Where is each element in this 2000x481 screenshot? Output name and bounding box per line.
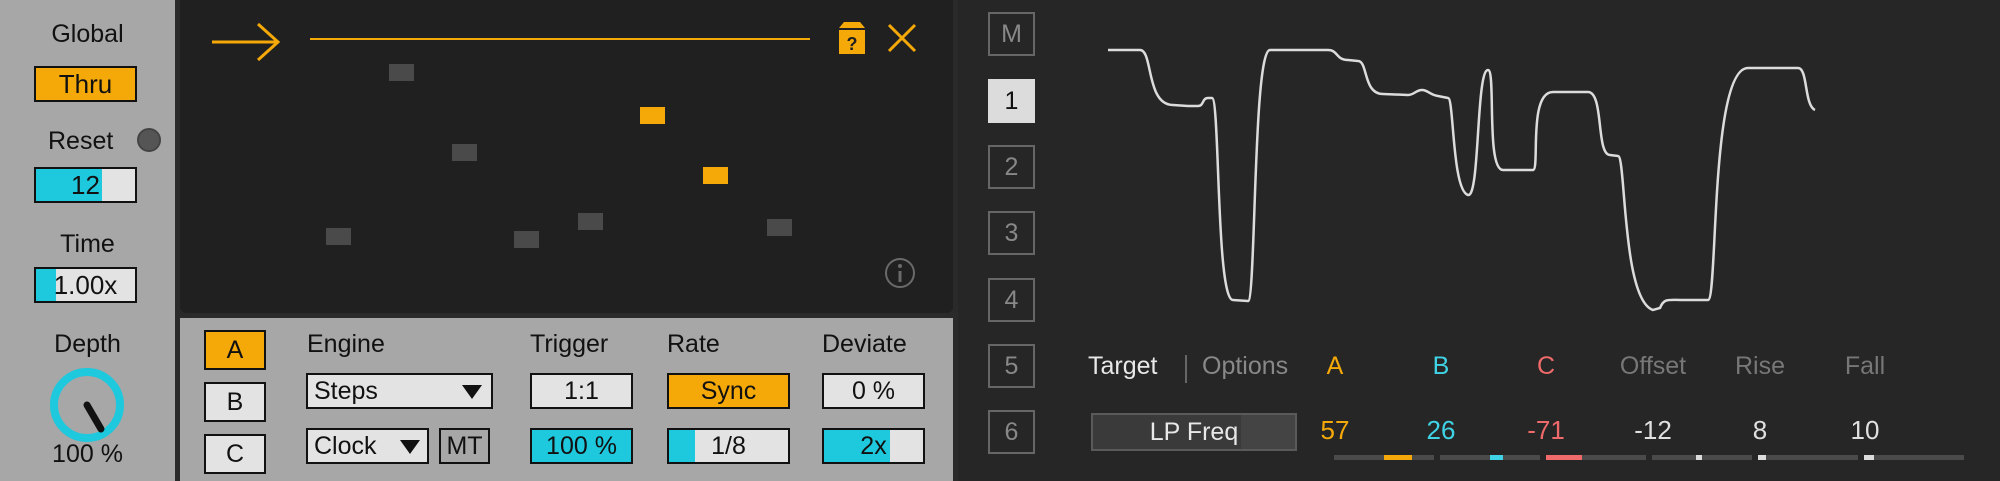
step-cell[interactable] bbox=[578, 213, 603, 230]
close-icon[interactable] bbox=[886, 22, 918, 54]
mod-track-fall bbox=[1864, 455, 1964, 460]
step-cell[interactable] bbox=[326, 228, 351, 245]
deviate-label: Deviate bbox=[822, 330, 907, 358]
variation-c-button[interactable]: C bbox=[204, 434, 266, 474]
variation-b-button[interactable]: B bbox=[204, 382, 266, 422]
dropdown-arrow-icon bbox=[462, 385, 482, 399]
step-sequencer-display[interactable]: ? bbox=[180, 0, 953, 313]
rate-value: 1/8 bbox=[711, 432, 746, 460]
deviate-multiplier-box[interactable]: 2x bbox=[822, 428, 925, 464]
mod-fill-b bbox=[1490, 455, 1503, 460]
step-cell[interactable] bbox=[389, 64, 414, 81]
tab-options[interactable]: Options bbox=[1202, 352, 1288, 381]
mod-track-offset bbox=[1652, 455, 1752, 460]
svg-text:?: ? bbox=[847, 34, 858, 54]
reset-number-box[interactable]: 12 bbox=[34, 167, 137, 203]
mod-value-rise[interactable]: 8 bbox=[1710, 415, 1810, 446]
macro-m-button[interactable]: M bbox=[988, 12, 1035, 56]
mod-header-offset: Offset bbox=[1619, 352, 1687, 380]
dropdown-arrow-icon bbox=[400, 440, 420, 454]
mod-header-fall: Fall bbox=[1844, 352, 1886, 380]
engine-value: Steps bbox=[314, 377, 378, 405]
sequencer-controls: A B C Engine Steps Clock MT Trigger 1:1 … bbox=[180, 318, 953, 481]
time-number-box[interactable]: 1.00x bbox=[34, 267, 137, 303]
mod-value-b[interactable]: 26 bbox=[1391, 415, 1491, 446]
mod-fill-rise bbox=[1758, 455, 1766, 460]
mod-fill-c bbox=[1546, 455, 1582, 460]
mod-track-rise bbox=[1758, 455, 1858, 460]
mod-fill-fall bbox=[1864, 455, 1874, 460]
slot-1-button[interactable]: 1 bbox=[988, 79, 1035, 123]
thru-button[interactable]: Thru bbox=[34, 66, 137, 102]
mod-header-b: B bbox=[1432, 352, 1450, 380]
mod-value-offset[interactable]: -12 bbox=[1603, 415, 1703, 446]
depth-value: 100 % bbox=[52, 440, 123, 468]
slot-4-button[interactable]: 4 bbox=[988, 278, 1035, 322]
mod-header-c: C bbox=[1536, 352, 1556, 380]
trigger-label: Trigger bbox=[530, 330, 609, 358]
engine-dropdown[interactable]: Steps bbox=[306, 373, 493, 409]
step-cell[interactable] bbox=[452, 144, 477, 161]
modulation-waveform bbox=[1108, 48, 1816, 312]
slot-6-button[interactable]: 6 bbox=[988, 410, 1035, 454]
tab-divider bbox=[1185, 355, 1187, 383]
trigger-ratio-box[interactable]: 1:1 bbox=[530, 373, 633, 409]
slot-2-button[interactable]: 2 bbox=[988, 145, 1035, 189]
engine-label: Engine bbox=[307, 330, 385, 358]
depth-knob[interactable] bbox=[45, 363, 129, 447]
modulation-panel: M 1 2 3 4 5 6 Target Options LP Freq A B… bbox=[958, 0, 2000, 481]
time-label: Time bbox=[60, 230, 115, 258]
step-cell-active[interactable] bbox=[640, 107, 665, 124]
mod-value-fall[interactable]: 10 bbox=[1815, 415, 1915, 446]
target-parameter-box[interactable]: LP Freq bbox=[1091, 413, 1297, 451]
clock-value: Clock bbox=[314, 432, 377, 460]
mod-fill-a bbox=[1384, 455, 1412, 460]
reset-label: Reset bbox=[48, 127, 114, 155]
mod-track-b bbox=[1440, 455, 1540, 460]
target-value: LP Freq bbox=[1149, 418, 1239, 446]
step-cell[interactable] bbox=[767, 219, 792, 236]
mod-value-c[interactable]: -71 bbox=[1496, 415, 1596, 446]
arrow-right-icon[interactable] bbox=[210, 22, 282, 62]
clock-dropdown[interactable]: Clock bbox=[306, 428, 429, 464]
mod-track-a bbox=[1334, 455, 1434, 460]
mod-header-a: A bbox=[1326, 352, 1344, 380]
rate-label: Rate bbox=[667, 330, 720, 358]
mod-value-a[interactable]: 57 bbox=[1285, 415, 1385, 446]
mod-track-c bbox=[1546, 455, 1646, 460]
mod-header-rise: Rise bbox=[1734, 352, 1785, 380]
step-cell-active[interactable] bbox=[703, 167, 728, 184]
time-value: 1.00x bbox=[53, 270, 118, 300]
global-label: Global bbox=[51, 20, 124, 48]
question-box-icon[interactable]: ? bbox=[836, 20, 868, 56]
info-icon[interactable] bbox=[883, 256, 917, 290]
deviate-value-box[interactable]: 0 % bbox=[822, 373, 925, 409]
trigger-probability-box[interactable]: 100 % bbox=[530, 428, 633, 464]
depth-label: Depth bbox=[54, 330, 121, 358]
reset-value: 12 bbox=[71, 170, 100, 200]
slot-5-button[interactable]: 5 bbox=[988, 344, 1035, 388]
global-panel: Global Thru Reset 12 Time 1.00x Depth 10… bbox=[0, 0, 175, 481]
rate-value-box[interactable]: 1/8 bbox=[667, 428, 790, 464]
rate-sync-button[interactable]: Sync bbox=[667, 373, 790, 409]
reset-indicator[interactable] bbox=[137, 128, 161, 152]
variation-a-button[interactable]: A bbox=[204, 330, 266, 370]
deviate-mult-value: 2x bbox=[860, 432, 887, 460]
tab-target[interactable]: Target bbox=[1088, 352, 1157, 381]
mt-button[interactable]: MT bbox=[439, 428, 490, 464]
sequence-length-line[interactable] bbox=[310, 38, 810, 40]
step-cell[interactable] bbox=[514, 231, 539, 248]
mod-fill-offset bbox=[1696, 455, 1702, 460]
slot-3-button[interactable]: 3 bbox=[988, 211, 1035, 255]
